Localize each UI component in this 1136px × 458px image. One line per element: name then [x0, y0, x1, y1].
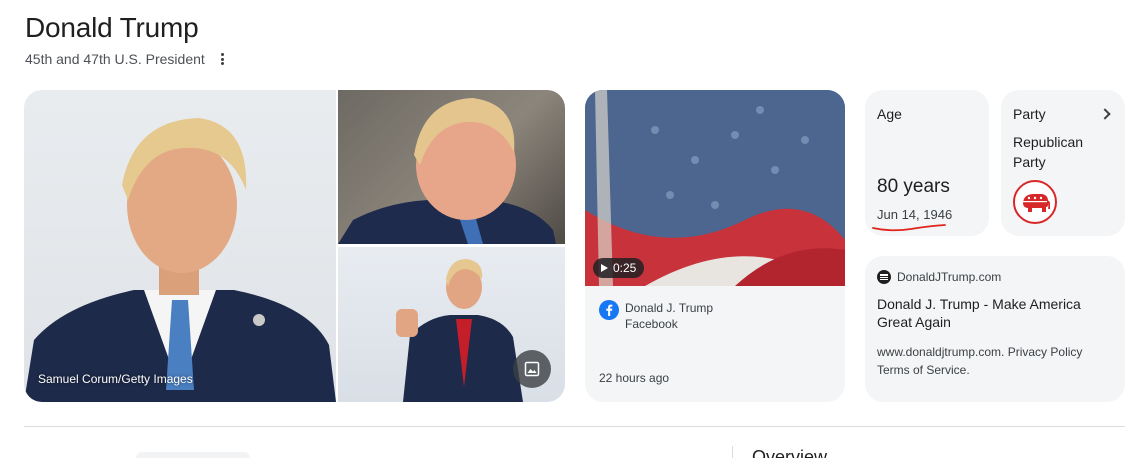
- site-favicon-icon: [877, 270, 891, 284]
- more-options-icon[interactable]: [217, 51, 229, 67]
- website-description: www.donaldjtrump.com. Privacy Policy Ter…: [877, 345, 1083, 377]
- image-search-button[interactable]: [513, 350, 551, 388]
- play-icon: [601, 264, 608, 272]
- bottom-tab-pill[interactable]: [136, 452, 250, 458]
- knowledge-panel-header: Donald Trump 45th and 47th U.S. Presiden…: [25, 12, 229, 67]
- age-label: Age: [877, 106, 902, 122]
- website-source-row: DonaldJTrump.com: [877, 270, 1113, 284]
- video-author: Donald J. Trump: [625, 301, 714, 315]
- website-card[interactable]: DonaldJTrump.com Donald J. Trump - Make …: [865, 256, 1125, 402]
- page-title: Donald Trump: [25, 12, 199, 43]
- video-duration-badge: 0:25: [593, 258, 645, 278]
- portrait-illustration: [24, 118, 336, 402]
- overview-heading: Overview: [752, 447, 828, 458]
- party-value: Republican Party: [1013, 134, 1084, 170]
- image-gallery: Samuel Corum/Getty Images: [24, 90, 565, 402]
- elephant-icon: [1023, 194, 1050, 212]
- site-domain: DonaldJTrump.com: [897, 270, 1002, 284]
- video-card[interactable]: 0:25 Donald J. Trump Facebook 22 hours a…: [585, 90, 845, 402]
- main-photo[interactable]: Samuel Corum/Getty Images: [24, 90, 336, 402]
- column-divider: [732, 446, 733, 458]
- photo-credit: Samuel Corum/Getty Images: [38, 372, 193, 386]
- flag-illustration: [585, 90, 845, 286]
- section-divider: [24, 426, 1125, 427]
- video-source: Facebook: [625, 317, 678, 331]
- republican-logo-icon: [1013, 180, 1057, 224]
- age-value: 80 years: [877, 176, 950, 197]
- subtitle-row: 45th and 47th U.S. President: [25, 51, 229, 67]
- video-thumbnail[interactable]: 0:25: [585, 90, 845, 286]
- chevron-right-icon[interactable]: [1099, 108, 1111, 120]
- subtitle: 45th and 47th U.S. President: [25, 51, 205, 67]
- photo-thumbnail-2[interactable]: [338, 247, 565, 402]
- duration-text: 0:25: [613, 261, 637, 275]
- video-timestamp: 22 hours ago: [599, 371, 670, 385]
- age-card[interactable]: Age 80 years Jun 14, 1946: [865, 90, 989, 236]
- facebook-icon: [599, 300, 619, 320]
- image-icon: [524, 361, 540, 377]
- photo-thumbnail-1[interactable]: [338, 90, 565, 244]
- portrait-illustration: [338, 98, 556, 244]
- party-card[interactable]: Party Republican Party: [1001, 90, 1125, 236]
- flag-favicon-icon: [880, 274, 888, 280]
- party-label: Party: [1013, 106, 1046, 122]
- handwritten-underline: [872, 224, 946, 232]
- party-header: Party: [1013, 106, 1113, 122]
- video-source-row: Donald J. Trump Facebook: [599, 300, 713, 332]
- website-title-link[interactable]: Donald J. Trump - Make America Great Aga…: [877, 295, 1113, 331]
